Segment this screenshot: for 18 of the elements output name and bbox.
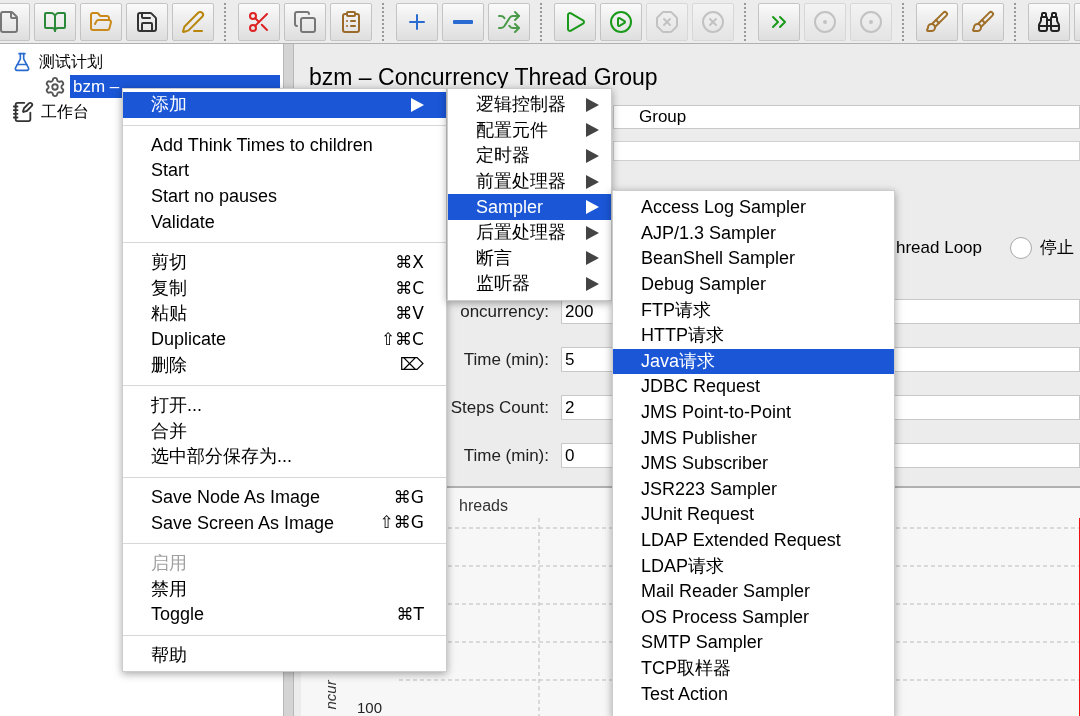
field-label: oncurrency: [460, 300, 549, 323]
field-label: Time (min): [463, 348, 549, 371]
field-label: Steps Count: [450, 396, 549, 419]
shortcut-label: ⌦ [399, 353, 424, 377]
axis-tick-label: 100 [357, 700, 383, 715]
radio-label: 停止 [1040, 237, 1075, 260]
option-text: hread Loop [895, 237, 982, 260]
shortcut-label: ⌘C [395, 276, 424, 300]
shortcut-label: ⌘X [395, 251, 424, 274]
shortcut-label: ⌘T [396, 603, 424, 627]
shortcut-label: ⌘G [393, 485, 424, 509]
shortcut-label: ⇧⌘G [379, 511, 424, 535]
chart-title: hreads [459, 496, 508, 516]
axis-label: ncur [322, 679, 338, 710]
field-label: Time (min): [463, 444, 549, 467]
shortcut-label: ⇧⌘C [380, 327, 424, 351]
shortcut-label: ⌘V [395, 302, 424, 326]
panel-title: bzm – Concurrency Thread Group [309, 63, 659, 92]
